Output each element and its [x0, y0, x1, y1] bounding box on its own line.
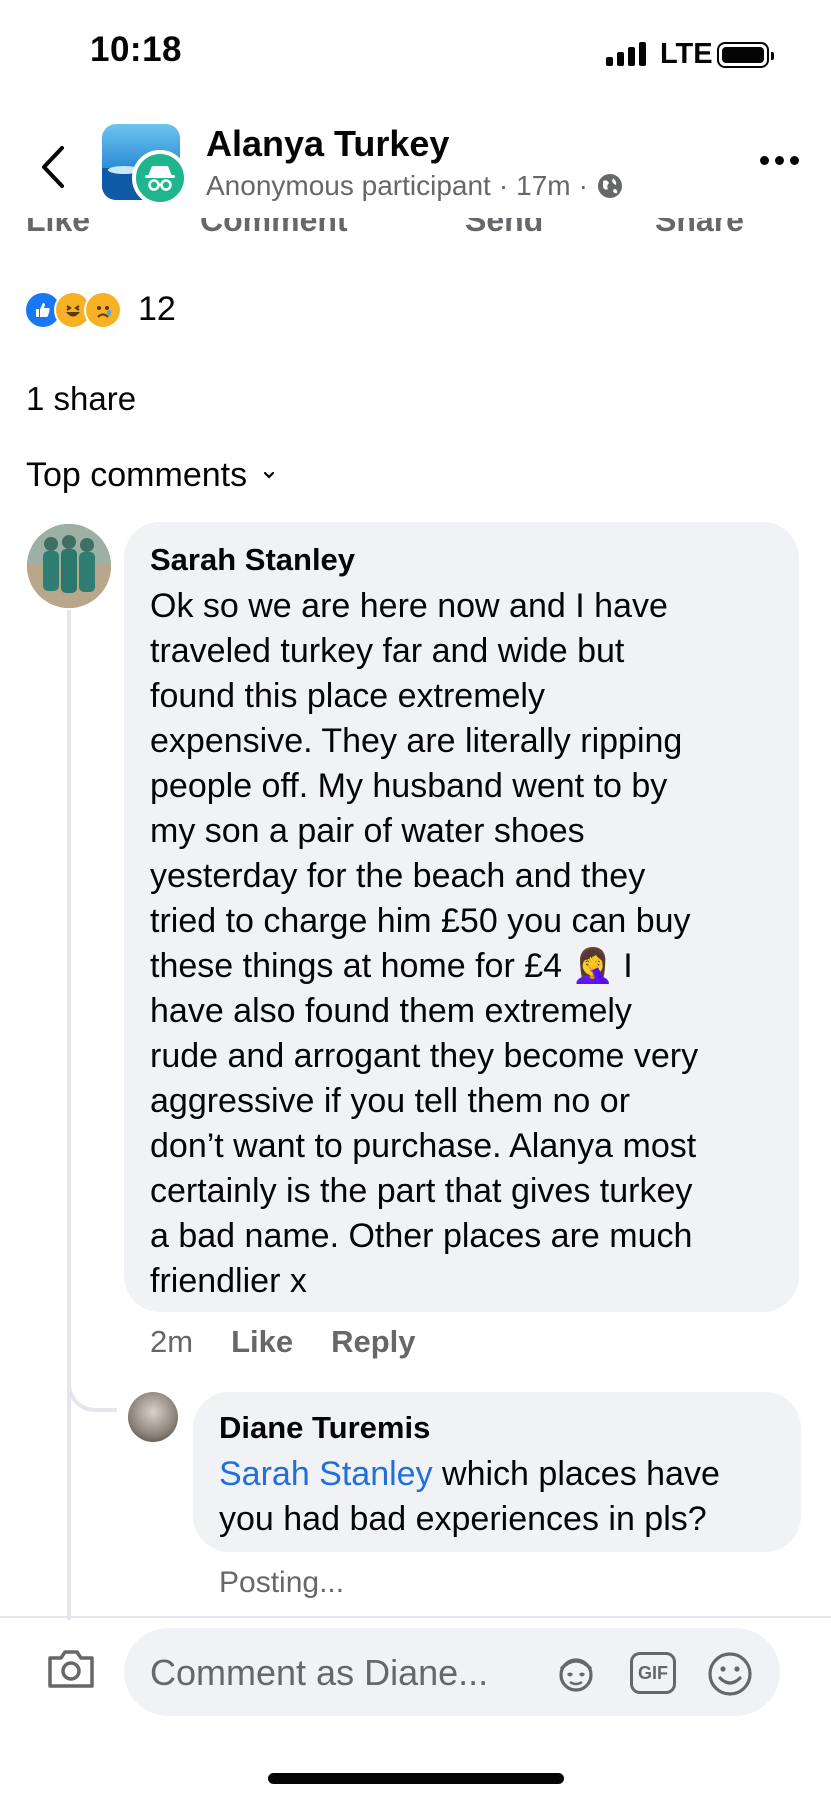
- reaction-count: 12: [138, 290, 176, 328]
- comment-time: 2m: [150, 1324, 194, 1359]
- comment-sort-label: Top comments: [26, 456, 248, 494]
- comment-input-placeholder[interactable]: Comment as Diane...: [150, 1652, 488, 1694]
- home-indicator: [268, 1773, 564, 1784]
- comment-text: Ok so we are here now and I have traveled…: [150, 584, 773, 1304]
- comment-text-line: certainly is the part that gives turkey: [150, 1172, 693, 1210]
- comment-text-line: people off. My husband went to by: [150, 767, 668, 805]
- reply-text-part: which places have: [432, 1455, 720, 1493]
- avatar-sticker-icon[interactable]: [554, 1651, 598, 1695]
- group-name[interactable]: Alanya Turkey: [206, 123, 449, 165]
- meta-separator: ·: [498, 170, 509, 201]
- chevron-down-icon: [263, 471, 275, 479]
- comment-text-line: expensive. They are literally ripping: [150, 722, 683, 760]
- comment-text-line: tried to charge him £50 you can buy: [150, 902, 691, 940]
- post-author: Anonymous participant: [206, 170, 491, 201]
- back-arrow-icon[interactable]: [34, 142, 74, 192]
- comment-button[interactable]: Comment: [200, 218, 348, 239]
- share-button[interactable]: Share: [655, 218, 744, 239]
- posting-status: Posting...: [219, 1566, 345, 1599]
- thread-connector: [67, 1360, 117, 1412]
- emoji-icon[interactable]: [706, 1650, 754, 1698]
- reply-text: Sarah Stanley which places have you had b…: [219, 1452, 775, 1542]
- share-count[interactable]: 1 share: [26, 380, 136, 418]
- divider: [0, 1616, 831, 1618]
- comment-actions: 2m Like Reply: [150, 1324, 416, 1360]
- post-meta: Anonymous participant · 17m ·: [206, 170, 624, 202]
- comment-text-line: aggressive if you tell them no or: [150, 1082, 631, 1120]
- comment-text-line: have also found them extremely: [150, 992, 632, 1030]
- network-type: LTE: [660, 38, 713, 70]
- mention-link[interactable]: Sarah Stanley: [219, 1455, 433, 1493]
- globe-icon: [597, 174, 622, 198]
- comment-text-line: friendlier x: [150, 1262, 307, 1300]
- avatar[interactable]: [128, 1392, 178, 1442]
- signal-icon: [606, 42, 646, 66]
- post-action-bar: Like Comment Send Share: [0, 218, 831, 244]
- camera-icon[interactable]: [46, 1648, 96, 1690]
- avatar[interactable]: [27, 524, 111, 608]
- meta-separator: ·: [578, 170, 588, 201]
- send-button[interactable]: Send: [465, 218, 543, 239]
- comment-text-line: don’t want to purchase. Alanya most: [150, 1127, 697, 1165]
- like-button[interactable]: Like: [26, 218, 90, 239]
- comment-bubble[interactable]: Sarah Stanley Ok so we are here now and …: [124, 522, 799, 1312]
- more-options-icon[interactable]: [760, 156, 799, 165]
- comment-text-line: a bad name. Other places are much: [150, 1217, 693, 1255]
- comment-like-button[interactable]: Like: [231, 1324, 293, 1360]
- gif-button[interactable]: GIF: [630, 1652, 676, 1694]
- comment-text-line: Ok so we are here now and I have: [150, 587, 668, 625]
- sad-reaction-icon: [84, 290, 122, 329]
- comment-author[interactable]: Sarah Stanley: [150, 542, 773, 578]
- comment-sort-dropdown[interactable]: Top comments: [26, 456, 277, 495]
- reply-bubble[interactable]: Diane Turemis Sarah Stanley which places…: [193, 1392, 801, 1552]
- comment-text-line: traveled turkey far and wide but: [150, 632, 625, 670]
- anonymous-icon: [132, 150, 188, 206]
- reply-text-part: you had bad experiences in pls?: [219, 1500, 707, 1538]
- comment-text-line: my son a pair of water shoes: [150, 812, 585, 850]
- comment-reply-button[interactable]: Reply: [331, 1324, 415, 1360]
- comment-text-line: these things at home for £4 🤦‍♀️ I: [150, 947, 633, 985]
- comment-text-line: found this place extremely: [150, 677, 545, 715]
- post-time: 17m: [516, 170, 571, 201]
- comment-text-line: yesterday for the beach and they: [150, 857, 646, 895]
- thread-line: [67, 610, 71, 1620]
- reactions-summary[interactable]: 12: [24, 290, 176, 329]
- battery-icon: [717, 42, 774, 68]
- status-time: 10:18: [90, 30, 183, 69]
- comment-text-line: rude and arrogant they become very: [150, 1037, 699, 1075]
- reply-author[interactable]: Diane Turemis: [219, 1410, 775, 1446]
